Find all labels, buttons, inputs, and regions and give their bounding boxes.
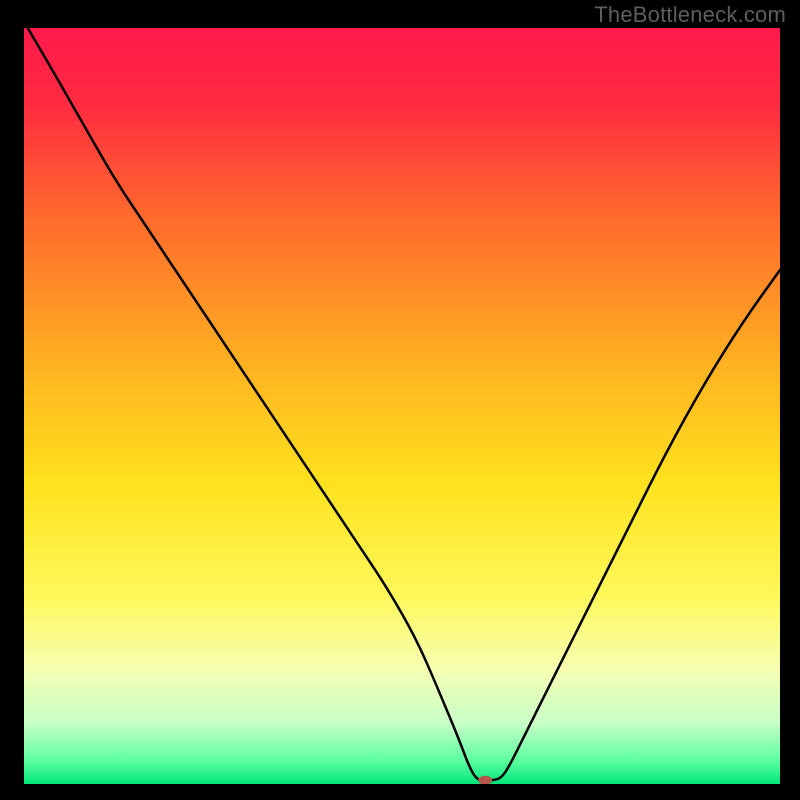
watermark-text: TheBottleneck.com xyxy=(594,2,786,28)
chart-background xyxy=(24,28,780,784)
plot-area xyxy=(24,28,780,784)
bottleneck-chart-svg xyxy=(24,28,780,784)
chart-frame: TheBottleneck.com xyxy=(0,0,800,800)
